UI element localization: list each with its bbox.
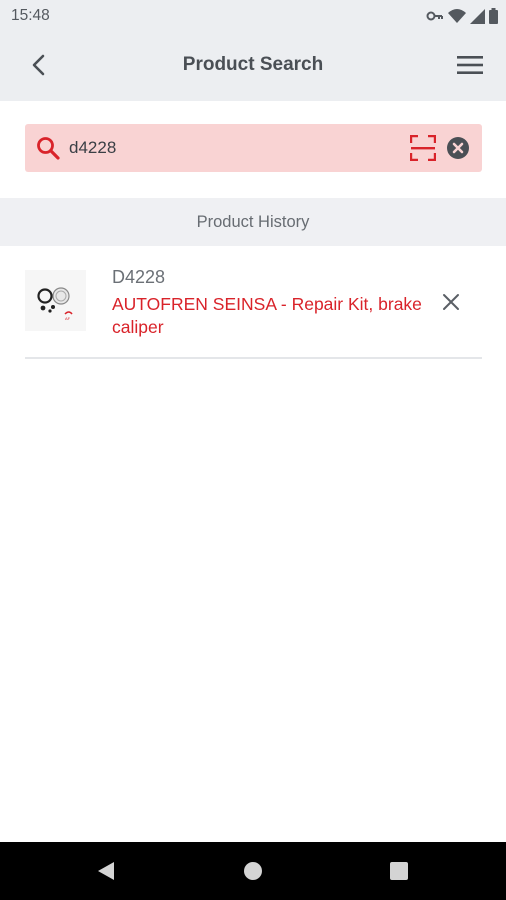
nav-home-icon[interactable] — [244, 862, 262, 880]
close-icon[interactable] — [439, 290, 463, 314]
battery-icon — [489, 8, 498, 29]
status-icons — [426, 8, 498, 29]
product-code: D4228 — [112, 267, 166, 287]
search-icon[interactable] — [36, 136, 60, 160]
status-time: 15:48 — [11, 7, 50, 24]
search-input[interactable] — [69, 134, 399, 162]
product-description: AUTOFREN SEINSA - Repair Kit, brake cali… — [112, 294, 422, 337]
repair-kit-thumbnail: AF — [25, 270, 86, 331]
barcode-scan-icon[interactable] — [409, 134, 437, 162]
page-title: Product Search — [182, 54, 324, 75]
nav-recents-icon[interactable] — [390, 862, 408, 880]
system-nav-bar — [0, 842, 506, 900]
hamburger-menu-icon — [457, 55, 483, 80]
signal-icon — [470, 8, 485, 29]
vpn-key-icon — [426, 9, 444, 28]
menu-button[interactable] — [452, 49, 488, 85]
product-history-header: Product History — [0, 198, 506, 246]
app-bar: Product Search — [0, 32, 506, 101]
status-bar: 15:48 — [0, 0, 506, 32]
wifi-icon — [448, 8, 466, 29]
nav-back-icon[interactable] — [96, 861, 116, 881]
search-bar — [25, 124, 482, 172]
svg-text:AF: AF — [65, 316, 71, 321]
clear-circle-icon[interactable] — [447, 137, 469, 159]
product-history-title: Product History — [196, 213, 310, 231]
list-item[interactable]: AF D4228 AUTOFREN SEINSA - Repair Kit, b… — [25, 258, 482, 359]
